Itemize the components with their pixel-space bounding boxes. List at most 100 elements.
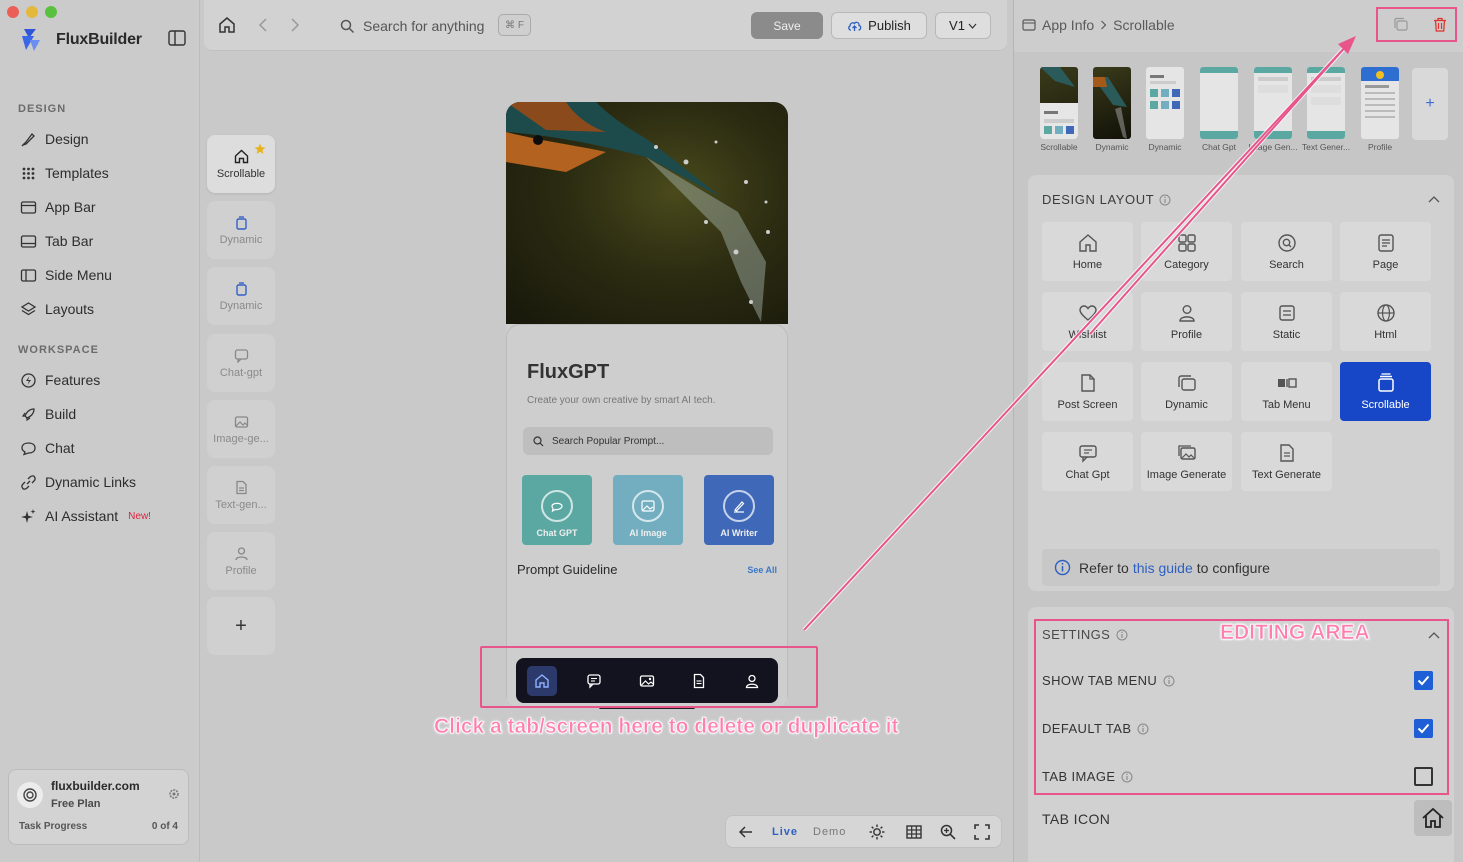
layout-dynamic[interactable]: Dynamic (1141, 362, 1232, 421)
chevron-right-icon (1101, 20, 1107, 30)
annotation-editing-area: EDITING AREA (1220, 621, 1370, 645)
sidebar-item-dynamic-links[interactable]: Dynamic Links (20, 471, 136, 493)
account-card[interactable]: fluxbuilder.com Free Plan Task Progress … (8, 769, 189, 845)
layout-html[interactable]: Html (1340, 292, 1431, 351)
pen-icon (723, 490, 755, 522)
add-screen-thumbnail-button[interactable]: + (1412, 68, 1448, 140)
layout-category[interactable]: Category (1141, 222, 1232, 281)
add-screen-button[interactable]: + (207, 597, 275, 655)
live-mode-button[interactable]: Live (772, 826, 798, 838)
feature-chat-gpt[interactable]: Chat GPT (522, 475, 592, 545)
screen-item-label: Scrollable (216, 167, 266, 180)
chevron-up-icon[interactable] (1428, 195, 1440, 203)
thumbnail-image-gen[interactable] (1254, 67, 1292, 139)
thumbnail-chat-gpt[interactable] (1200, 67, 1238, 139)
sidebar-item-side-menu[interactable]: Side Menu (20, 264, 112, 286)
layout-post-screen[interactable]: Post Screen (1042, 362, 1133, 421)
sidebar-item-label: Templates (45, 165, 109, 181)
screen-item-label: Image-ge... (213, 432, 269, 445)
screen-item-dynamic[interactable]: Dynamic (207, 201, 275, 259)
layout-home[interactable]: Home (1042, 222, 1133, 281)
dynamic-icon (235, 281, 247, 296)
layout-search[interactable]: Search (1241, 222, 1332, 281)
thumbnail-label: Chat Gpt (1201, 142, 1237, 152)
layout-chat-gpt[interactable]: Chat Gpt (1042, 432, 1133, 491)
tab-icon-picker[interactable] (1414, 800, 1452, 836)
grid-dots-icon (22, 167, 35, 179)
fullscreen-icon[interactable] (974, 824, 990, 840)
info-icon[interactable] (1159, 194, 1171, 206)
home-icon[interactable] (218, 16, 236, 34)
layout-label: Text Generate (1251, 468, 1322, 481)
feature-ai-image[interactable]: AI Image (613, 475, 683, 545)
grid-icon[interactable] (906, 824, 922, 840)
screen-item-image-gen[interactable]: Image-ge... (207, 400, 275, 458)
layout-scrollable[interactable]: Scrollable (1340, 362, 1431, 421)
thumbnail-text-gen[interactable] (1307, 67, 1345, 139)
home-icon (234, 149, 248, 163)
maximize-window-button[interactable] (45, 6, 57, 18)
save-button[interactable]: Save (751, 12, 823, 39)
bolt-icon (21, 372, 36, 388)
sidebar-item-build[interactable]: Build (20, 403, 76, 425)
chat-bubble-icon (234, 348, 248, 363)
sidebar-toggle-icon[interactable] (168, 30, 186, 46)
layout-profile[interactable]: Profile (1141, 292, 1232, 351)
sidebar-item-templates[interactable]: Templates (20, 162, 109, 184)
brand[interactable]: FluxBuilder (16, 26, 142, 54)
minimize-window-button[interactable] (26, 6, 38, 18)
trash-icon[interactable] (1433, 17, 1447, 32)
page-icon (1377, 233, 1394, 252)
see-all-link[interactable]: See All (747, 565, 777, 575)
publish-button[interactable]: Publish (831, 12, 927, 39)
layout-text-generate[interactable]: Text Generate (1241, 432, 1332, 491)
thumbnail-dynamic[interactable] (1093, 67, 1131, 139)
sidebar-item-layouts[interactable]: Layouts (20, 298, 94, 320)
duplicate-icon[interactable] (1393, 17, 1408, 32)
screen-item-label: Dynamic (219, 233, 263, 246)
layout-wishlist[interactable]: Wishlist (1042, 292, 1133, 351)
back-arrow-icon[interactable] (256, 17, 270, 33)
home-icon (1078, 233, 1097, 252)
cloud-upload-icon (848, 21, 862, 31)
guide-link[interactable]: this guide (1133, 560, 1193, 576)
layout-image-generate[interactable]: Image Generate (1141, 432, 1232, 491)
window-controls (7, 6, 57, 18)
sparkle-icon (21, 508, 36, 523)
feature-label: AI Image (629, 528, 667, 538)
global-search[interactable]: Search for anything (340, 18, 484, 34)
fluxbuilder-logo-icon (22, 29, 40, 51)
layout-tab-menu[interactable]: Tab Menu (1241, 362, 1332, 421)
arrow-left-icon[interactable] (738, 824, 754, 840)
sidebar-item-design[interactable]: Design (20, 128, 89, 150)
close-window-button[interactable] (7, 6, 19, 18)
sidebar-item-chat[interactable]: Chat (20, 437, 75, 459)
thumbnail-dynamic-2[interactable] (1146, 67, 1184, 139)
sidebar-item-tab-bar[interactable]: Tab Bar (20, 230, 93, 252)
screen-item-dynamic-2[interactable]: Dynamic (207, 267, 275, 325)
feature-ai-writer[interactable]: AI Writer (704, 475, 774, 545)
sidebar-item-app-bar[interactable]: App Bar (20, 196, 96, 218)
heart-icon (1078, 304, 1097, 321)
sidebar-item-ai-assistant[interactable]: AI Assistant New! (20, 505, 151, 527)
sun-icon[interactable] (869, 824, 885, 840)
screen-item-text-gen[interactable]: Text-gen... (207, 466, 275, 524)
thumbnail-scrollable[interactable] (1040, 67, 1078, 139)
gear-icon[interactable] (168, 788, 180, 800)
layout-label: Wishlist (1068, 328, 1107, 341)
breadcrumb-root[interactable]: App Info (1042, 17, 1094, 33)
screen-item-chat-gpt[interactable]: Chat-gpt (207, 334, 275, 392)
sidebar-item-features[interactable]: Features (20, 369, 100, 391)
layout-static[interactable]: Static (1241, 292, 1332, 351)
configuration-guide-note: Refer to this guide to configure (1042, 549, 1440, 586)
thumbnail-label: Text Gener... (1301, 142, 1351, 152)
demo-mode-button[interactable]: Demo (813, 826, 846, 838)
screen-item-label: Dynamic (219, 299, 263, 312)
prompt-search-input[interactable]: Search Popular Prompt... (523, 427, 773, 455)
layout-page[interactable]: Page (1340, 222, 1431, 281)
forward-arrow-icon[interactable] (288, 17, 302, 33)
zoom-in-icon[interactable] (940, 824, 956, 840)
thumbnail-profile[interactable] (1361, 67, 1399, 139)
screen-item-profile[interactable]: Profile (207, 532, 275, 590)
version-select[interactable]: V1 (935, 12, 991, 39)
